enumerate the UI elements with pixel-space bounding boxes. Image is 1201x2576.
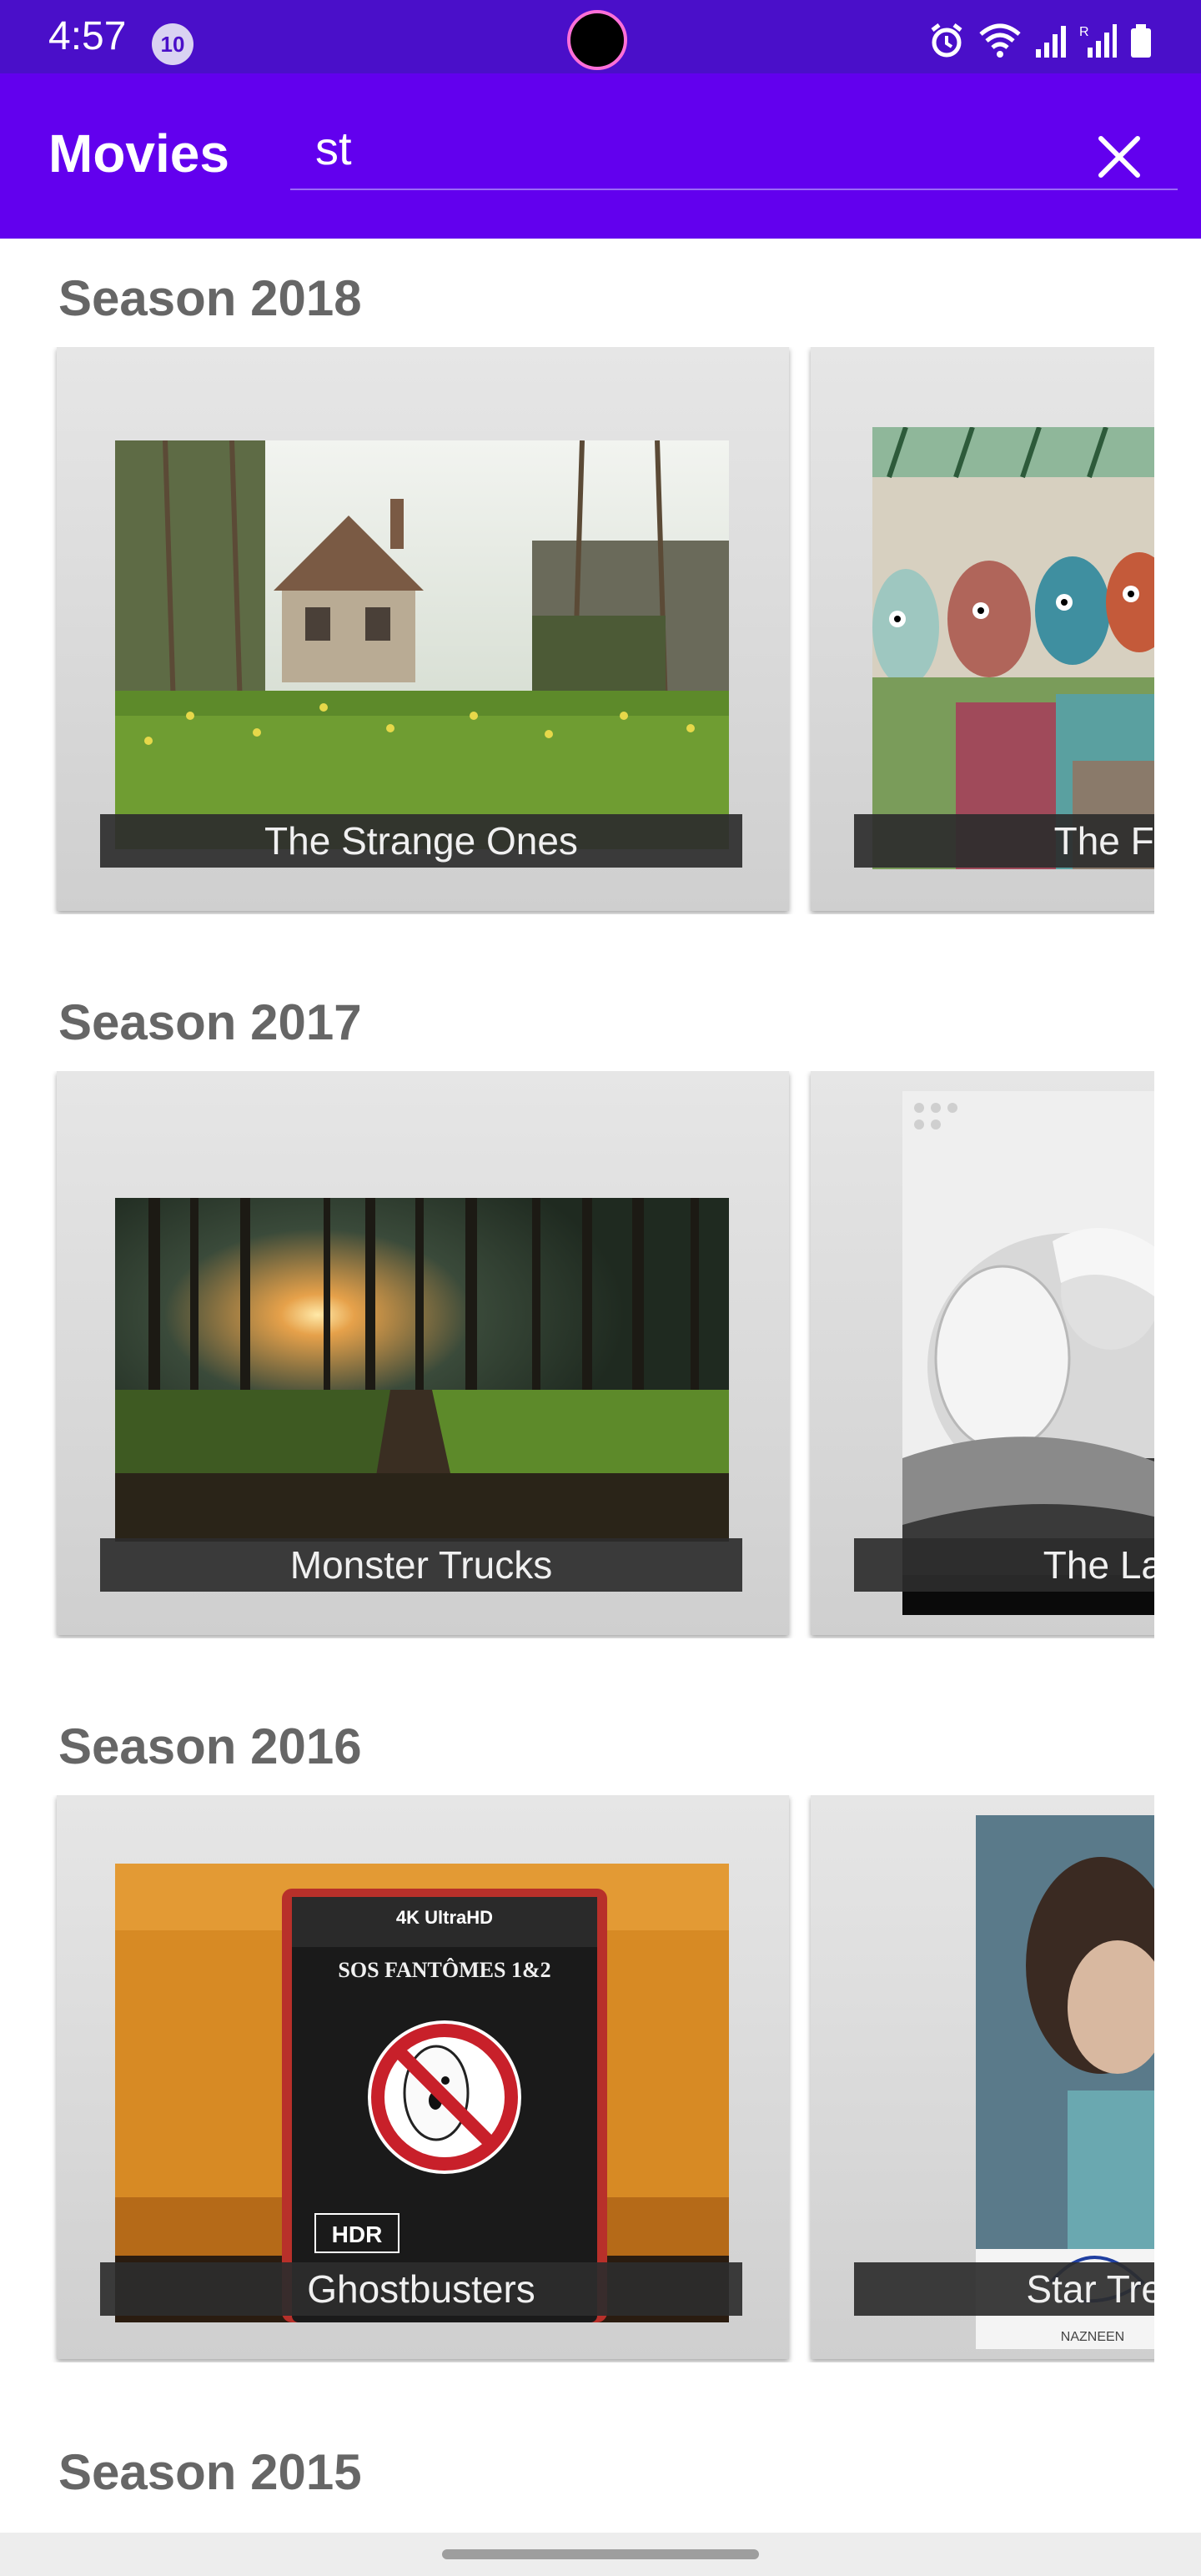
movie-poster-image: [902, 1091, 1154, 1615]
camera-cutout: [567, 10, 627, 70]
svg-text:HDR: HDR: [332, 2221, 383, 2247]
movie-list[interactable]: Season 2018 The Strange Ones The Fi Seas…: [0, 239, 1201, 2533]
app-screen: { "status_bar": { "time": "4:57", "notif…: [0, 0, 1201, 2576]
movie-title: The La: [854, 1538, 1154, 1592]
season-title: Season 2016: [58, 1718, 362, 1774]
search-input[interactable]: [290, 107, 1178, 190]
svg-text:SOS FANTÔMES 1&2: SOS FANTÔMES 1&2: [338, 1958, 550, 1982]
movie-title: The Fi: [854, 814, 1154, 868]
movie-title: Monster Trucks: [100, 1538, 742, 1592]
season-title: Season 2017: [58, 994, 362, 1050]
svg-text:R: R: [1079, 25, 1089, 39]
status-bar: 4:57 10 R: [0, 0, 1201, 73]
season-title: Season 2015: [58, 2444, 362, 2500]
movie-card[interactable]: The Strange Ones: [57, 347, 789, 911]
movie-row[interactable]: The Strange Ones The Fi: [0, 347, 1154, 914]
movie-poster-image: 4K UltraHD SOS FANTÔMES 1&2 HDR: [115, 1864, 729, 2322]
movie-card[interactable]: Monster Trucks: [57, 1071, 789, 1635]
close-icon: [1098, 136, 1140, 178]
app-title: Movies: [48, 123, 229, 184]
movie-poster-image: [872, 427, 1154, 869]
close-search-button[interactable]: [1084, 122, 1154, 192]
status-icons: R: [927, 22, 1153, 60]
signal-r-icon: R: [1079, 24, 1117, 58]
movie-poster-image: [115, 440, 729, 849]
movie-title: Ghostbusters: [100, 2262, 742, 2316]
signal-icon: [1036, 26, 1066, 58]
svg-text:4K UltraHD: 4K UltraHD: [396, 1907, 493, 1928]
app-bar: Movies: [0, 73, 1201, 239]
movie-title: Star Tre: [854, 2262, 1154, 2316]
movie-card[interactable]: NAZNEEN Star Tre: [811, 1795, 1154, 2359]
svg-text:NAZNEEN: NAZNEEN: [1061, 2330, 1124, 2344]
wifi-icon: [979, 23, 1021, 58]
system-navigation-bar: [0, 2533, 1201, 2576]
alarm-icon: [931, 23, 962, 58]
notification-count-badge: 10: [152, 23, 193, 65]
battery-icon: [1131, 24, 1151, 58]
movie-row[interactable]: Monster Trucks The La: [0, 1071, 1154, 1638]
movie-card[interactable]: 4K UltraHD SOS FANTÔMES 1&2 HDR Ghostbus…: [57, 1795, 789, 2359]
season-title: Season 2018: [58, 270, 362, 326]
movie-poster-image: [115, 1198, 729, 1542]
movie-row[interactable]: 4K UltraHD SOS FANTÔMES 1&2 HDR Ghostbus…: [0, 1795, 1154, 2362]
movie-card[interactable]: The La: [811, 1071, 1154, 1635]
movie-card[interactable]: The Fi: [811, 347, 1154, 911]
status-time: 4:57: [48, 14, 127, 58]
movie-title: The Strange Ones: [100, 814, 742, 868]
home-gesture-handle[interactable]: [442, 2549, 759, 2559]
